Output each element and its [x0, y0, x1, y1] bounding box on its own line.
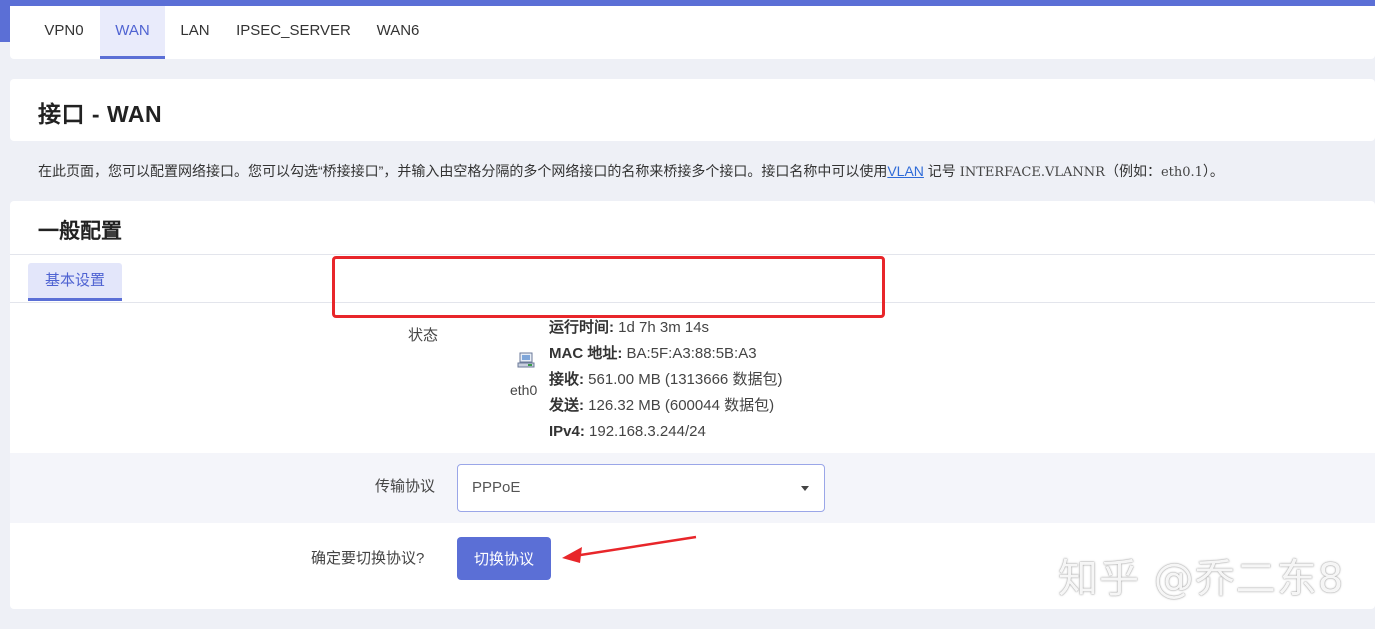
- tab-wan6[interactable]: WAN6: [362, 6, 434, 59]
- description-text-4: ）。: [1202, 163, 1224, 179]
- switch-confirm-label: 确定要切换协议?: [311, 550, 425, 567]
- rx-value: 561.00 MB (1313666 数据包): [584, 371, 783, 388]
- protocol-label: 传输协议: [375, 478, 436, 495]
- protocol-selected-value: PPPoE: [472, 479, 521, 496]
- watermark: 知乎 @乔二东8: [1058, 556, 1345, 602]
- vlan-link[interactable]: VLAN: [887, 163, 924, 179]
- section-title: 一般配置: [38, 220, 122, 243]
- ipv4-label: IPv4:: [549, 423, 585, 440]
- network-port-icon: [517, 352, 535, 368]
- ipv4-row: IPv4: 192.168.3.244/24: [549, 419, 782, 445]
- tx-row: 发送: 126.32 MB (600044 数据包): [549, 393, 782, 419]
- protocol-row: 传输协议 PPPoE: [10, 453, 1375, 523]
- chevron-down-icon: [801, 486, 809, 491]
- tab-lan[interactable]: LAN: [165, 6, 225, 59]
- protocol-select[interactable]: PPPoE: [457, 464, 825, 512]
- tab-vpn0[interactable]: VPN0: [28, 6, 100, 59]
- ipv4-value: 192.168.3.244/24: [584, 423, 706, 440]
- mac-row: MAC 地址: BA:5F:A3:88:5B:A3: [549, 341, 782, 367]
- page-title-card: 接口 - WAN: [10, 79, 1375, 141]
- device-name: eth0: [510, 382, 538, 398]
- mac-value: BA:5F:A3:88:5B:A3: [622, 345, 757, 362]
- tab-ipsec-server[interactable]: IPSEC_SERVER: [225, 6, 362, 59]
- highlight-box: [332, 256, 885, 318]
- description-text: 在此页面，您可以配置网络接口。您可以勾选“桥接接口”，并输入由空格分隔的多个网络…: [38, 163, 888, 179]
- page-description: 在此页面，您可以配置网络接口。您可以勾选“桥接接口”，并输入由空格分隔的多个网络…: [38, 161, 1224, 181]
- status-label: 状态: [408, 327, 439, 344]
- uptime-row: 运行时间: 1d 7h 3m 14s: [549, 315, 782, 341]
- rx-label: 接收:: [549, 371, 584, 388]
- vlan-notation-code: INTERFACE.VLANNR: [959, 165, 1105, 180]
- vlan-example-code: eth0.1: [1160, 165, 1203, 180]
- tx-value: 126.32 MB (600044 数据包): [584, 397, 775, 414]
- tab-basic-settings[interactable]: 基本设置: [28, 263, 122, 301]
- interface-tab-bar: VPN0 WAN LAN IPSEC_SERVER WAN6: [10, 6, 1375, 59]
- red-arrow-annotation: [562, 535, 697, 563]
- divider: [10, 254, 1375, 255]
- mac-label: MAC 地址:: [549, 345, 623, 362]
- uptime-label: 运行时间:: [549, 319, 614, 336]
- left-accent-strip: [0, 0, 10, 42]
- description-text-2: 记号: [923, 163, 960, 179]
- tx-label: 发送:: [549, 397, 584, 414]
- tab-wan[interactable]: WAN: [100, 6, 165, 59]
- description-text-3: （例如：: [1104, 163, 1161, 179]
- uptime-value: 1d 7h 3m 14s: [614, 319, 710, 336]
- interface-status: 运行时间: 1d 7h 3m 14s MAC 地址: BA:5F:A3:88:5…: [549, 315, 782, 445]
- rx-row: 接收: 561.00 MB (1313666 数据包): [549, 367, 782, 393]
- page-title: 接口 - WAN: [38, 101, 163, 127]
- switch-protocol-button[interactable]: 切换协议: [457, 537, 551, 580]
